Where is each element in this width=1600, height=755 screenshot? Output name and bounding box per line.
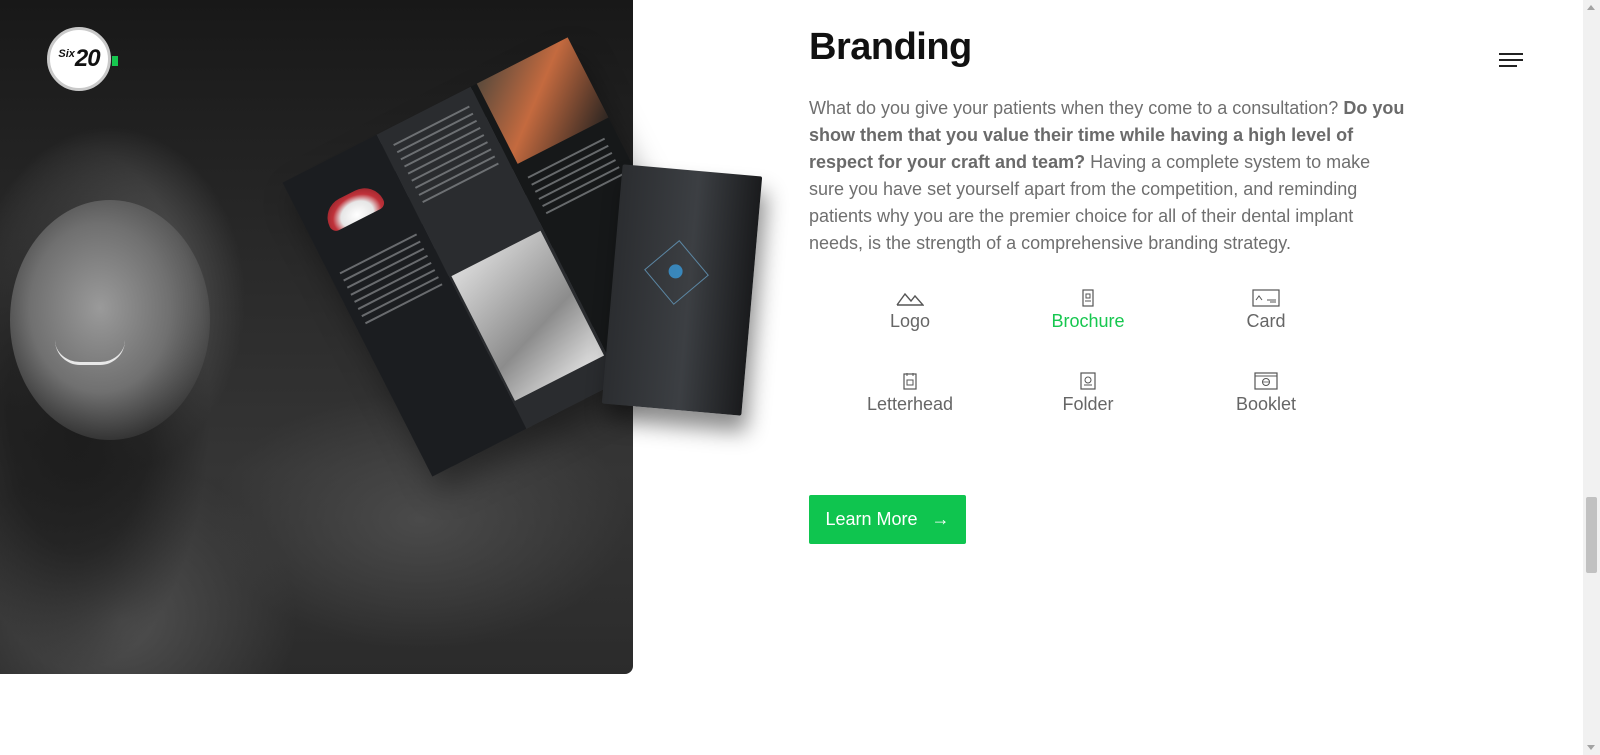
service-label: Card — [1246, 311, 1286, 331]
portrait-face — [10, 200, 210, 440]
branding-services-grid: Logo Brochure Card Letterhead Folder Boo… — [820, 289, 1360, 429]
logo-number: 20 — [74, 45, 101, 72]
service-label: Folder — [1062, 394, 1114, 414]
section-title: Branding — [809, 26, 972, 68]
scroll-down-arrow-icon[interactable] — [1587, 745, 1595, 750]
brochure-icon — [1082, 289, 1094, 307]
logo-accent-mark — [112, 56, 118, 66]
site-logo[interactable]: Six 20 — [47, 27, 118, 91]
description-intro: What do you give your patients when they… — [809, 98, 1344, 118]
card-icon — [1252, 289, 1280, 307]
hamburger-menu-icon[interactable] — [1499, 53, 1523, 67]
arrow-right-icon: → — [931, 509, 950, 529]
service-letterhead[interactable]: Letterhead — [820, 372, 1000, 415]
scroll-up-arrow-icon[interactable] — [1587, 5, 1595, 10]
booklet-icon — [1254, 372, 1278, 390]
letterhead-icon — [903, 373, 917, 390]
learn-more-button[interactable]: Learn More → — [809, 495, 966, 544]
section-description: What do you give your patients when they… — [809, 95, 1409, 257]
service-logo[interactable]: Logo — [820, 289, 1000, 332]
service-label: Logo — [889, 311, 931, 331]
service-booklet[interactable]: Booklet — [1176, 372, 1356, 415]
folded-brochure-image — [601, 164, 763, 416]
service-brochure[interactable]: Brochure — [998, 289, 1178, 332]
page-scrollbar[interactable] — [1583, 0, 1600, 755]
scrollbar-thumb[interactable] — [1586, 497, 1597, 573]
service-card[interactable]: Card — [1176, 289, 1356, 332]
service-folder[interactable]: Folder — [998, 372, 1178, 415]
folder-icon — [1080, 372, 1096, 390]
service-label: Booklet — [1235, 394, 1297, 414]
service-label: Letterhead — [866, 394, 954, 414]
learn-more-label: Learn More — [825, 509, 918, 529]
mountain-icon — [896, 292, 924, 306]
service-label: Brochure — [1051, 311, 1125, 331]
logo-prefix: Six — [58, 48, 75, 60]
